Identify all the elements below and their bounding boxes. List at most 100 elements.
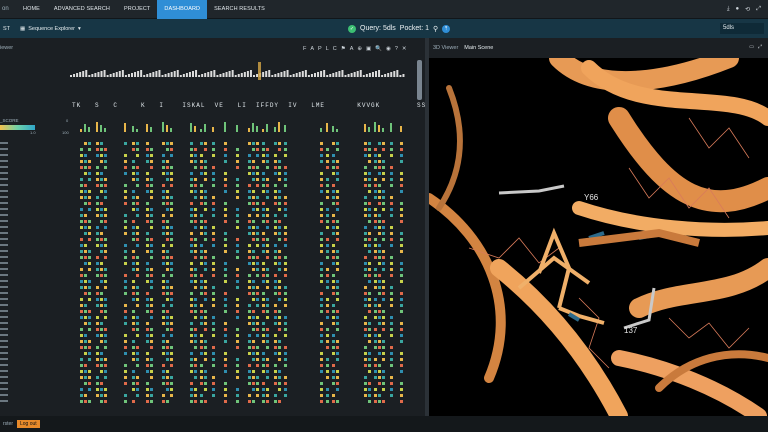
overview-marker[interactable] [258, 62, 261, 80]
alignment-cell [320, 250, 323, 253]
protein-structure[interactable]: Y66 137 [429, 58, 768, 416]
search-input[interactable]: 5dls [720, 23, 764, 34]
download-icon[interactable]: ⤓ [727, 6, 730, 13]
score-bar [136, 129, 138, 132]
sequence-overview[interactable] [70, 62, 410, 80]
alignment-cell [212, 142, 215, 145]
alignment-cell [374, 388, 377, 391]
toolbar-tool-4[interactable]: C [333, 46, 337, 52]
sequence-explorer-dropdown[interactable]: ▦ Sequence Explorer ▾ [20, 26, 81, 32]
alignment-cell [364, 196, 367, 199]
toolbar-tool-7[interactable]: ⊕ [357, 46, 362, 52]
toolbar-tool-3[interactable]: L [326, 46, 329, 52]
alignment-cell [336, 190, 339, 193]
alignment-cell [382, 310, 385, 313]
location-pin-icon[interactable]: ⚲ [433, 25, 438, 33]
alignment-cell [224, 388, 227, 391]
alignment-cell [262, 148, 265, 151]
alignment-cell [162, 310, 165, 313]
toolbar-tool-9[interactable]: 🔍 [375, 46, 382, 52]
logout-button[interactable]: Log out [17, 420, 40, 428]
nav-search-results[interactable]: SEARCH RESULTS [207, 0, 272, 19]
toolbar-tool-2[interactable]: P [318, 46, 322, 52]
alignment-cell [390, 262, 393, 265]
alignment-cell [170, 202, 173, 205]
alignment-cell [80, 256, 83, 259]
toolbar-tool-0[interactable]: F [303, 46, 306, 52]
toolbar-tool-10[interactable]: ◉ [386, 46, 391, 52]
alignment-cell [204, 382, 207, 385]
alignment-cell [252, 370, 255, 373]
toolbar-tool-1[interactable]: A [310, 46, 314, 52]
overview-bar [188, 72, 191, 77]
alignment-cell [284, 244, 287, 247]
alignment-cell [100, 232, 103, 235]
alignment-cell [200, 214, 203, 217]
alignment-cell [200, 184, 203, 187]
alignment-cell [194, 208, 197, 211]
alignment-cell [84, 154, 87, 157]
nav-dashboard[interactable]: DASHBOARD [157, 0, 208, 19]
row-label [0, 346, 8, 348]
alignment-cell [332, 322, 335, 325]
alignment-cell [100, 154, 103, 157]
overview-bar [347, 74, 350, 77]
alignment-cell [236, 220, 239, 223]
person-icon[interactable]: ● [736, 6, 740, 13]
overview-bar [198, 75, 201, 77]
alignment-cell [336, 352, 339, 355]
alignment-cell [204, 340, 207, 343]
3d-viewer-pane[interactable]: 3D Viewer Main Scene ▭ ⤢ Y66 137 [429, 38, 768, 416]
expand-icon[interactable]: ⤢ [756, 6, 761, 13]
alignment-cell [278, 178, 281, 181]
alignment-cell [80, 364, 83, 367]
alignment-cell [266, 208, 269, 211]
alignment-cell [200, 382, 203, 385]
nav-home[interactable]: HOME [16, 0, 47, 19]
camera-icon[interactable]: ▭ [749, 44, 754, 50]
fullscreen-icon[interactable]: ⤢ [758, 44, 762, 50]
toolbar-tool-8[interactable]: ▣ [366, 46, 371, 52]
alignment-cell [96, 352, 99, 355]
alignment-cell [378, 280, 381, 283]
alignment-cell [146, 184, 149, 187]
toolbar-tool-6[interactable]: A [350, 46, 354, 52]
score-bar [374, 122, 376, 132]
toolbar-tool-12[interactable]: ✕ [402, 46, 407, 52]
alignment-cell [256, 196, 259, 199]
alignment-cell [382, 298, 385, 301]
alignment-cell [224, 382, 227, 385]
alignment-cell [166, 358, 169, 361]
alignment-cell [320, 400, 323, 403]
alignment-cell [150, 196, 153, 199]
row-label [0, 400, 8, 402]
nav-advanced-search[interactable]: ADVANCED SEARCH [47, 0, 117, 19]
upload-icon[interactable]: ⤒ [442, 24, 451, 33]
main-scene-tab[interactable]: Main Scene [464, 45, 493, 51]
toolbar-tool-5[interactable]: ⚑ [341, 46, 346, 52]
alignment-cell [378, 256, 381, 259]
toolbar-tool-11[interactable]: ? [395, 46, 398, 52]
alignment-cell [284, 142, 287, 145]
alignment-cell [132, 286, 135, 289]
alignment-cell [274, 334, 277, 337]
alignment-cell [378, 370, 381, 373]
share-icon[interactable]: ⟲ [745, 6, 750, 13]
alignment-cell [200, 262, 203, 265]
alignment-cell [248, 394, 251, 397]
alignment-cell [320, 280, 323, 283]
alignment-cell [84, 244, 87, 247]
alignment-cell [224, 310, 227, 313]
alignment-cell [166, 148, 169, 151]
alignment-cell [252, 298, 255, 301]
brand-logo[interactable]: on [0, 0, 16, 19]
alignment-heatmap[interactable] [0, 118, 420, 414]
vertical-scrollbar[interactable] [417, 60, 422, 100]
alignment-cell [200, 322, 203, 325]
alignment-cell [190, 304, 193, 307]
alignment-cell [278, 232, 281, 235]
alignment-cell [364, 346, 367, 349]
nav-project[interactable]: PROJECT [117, 0, 157, 19]
alignment-cell [162, 184, 165, 187]
alignment-cell [248, 322, 251, 325]
